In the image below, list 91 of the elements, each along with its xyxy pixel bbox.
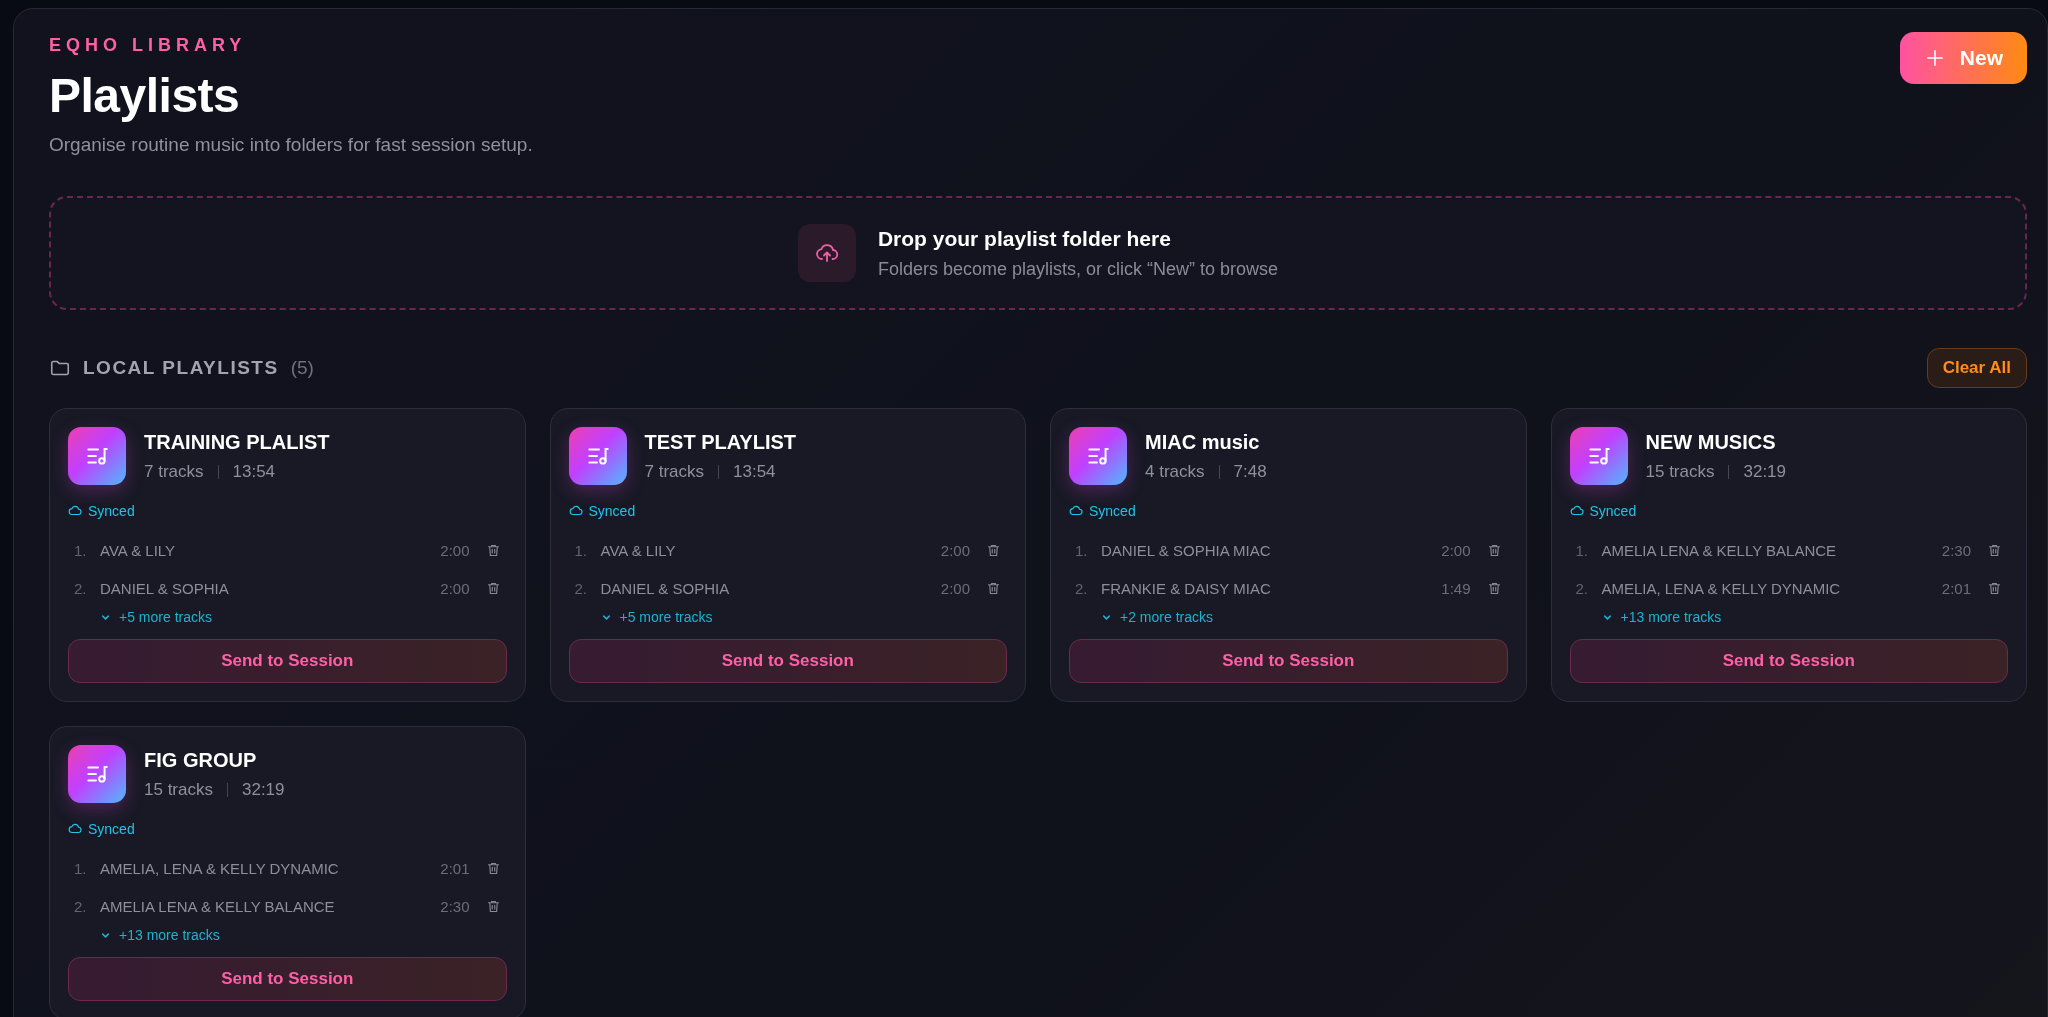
sync-status: Synced	[1089, 503, 1136, 519]
playlist-icon	[568, 427, 627, 485]
track-count: 7 tracks	[644, 462, 705, 482]
track-count: 7 tracks	[144, 462, 204, 482]
playlist-icon	[68, 745, 126, 803]
drop-zone[interactable]: Drop your playlist folder here Folders become playlists, or click “New” to browse	[49, 196, 2027, 310]
cloud-icon	[1569, 504, 1584, 518]
playlist-name: MIAC music	[1145, 431, 1261, 454]
track-duration: 2:30	[440, 897, 470, 915]
delete-icon[interactable]	[986, 580, 1001, 596]
track-duration: 2:00	[440, 541, 470, 559]
track-title: AVA & LILY	[100, 541, 177, 559]
track-title: AMELIA, LENA & KELLY DYNAMIC	[100, 859, 340, 877]
send-to-session-button[interactable]: Send to Session	[68, 957, 507, 1001]
delete-icon[interactable]	[1486, 542, 1502, 558]
more-tracks-toggle[interactable]: +5 more tracks	[68, 609, 212, 625]
track-count: 4 tracks	[1145, 462, 1205, 482]
track-number: 2.	[74, 897, 88, 915]
send-to-session-button[interactable]: Send to Session	[68, 639, 507, 683]
page-subtitle: Organise routine music into folders for fast session setup.	[49, 134, 533, 156]
playlist-name: TRAINING PLALIST	[144, 431, 330, 454]
send-to-session-button[interactable]: Send to Session	[1069, 639, 1508, 683]
track-title: AMELIA, LENA & KELLY DYNAMIC	[1601, 579, 1842, 597]
more-tracks-toggle[interactable]: +2 more tracks	[1069, 609, 1213, 625]
playlist-duration: 13:54	[733, 462, 776, 482]
playlist-duration: 32:19	[242, 780, 285, 800]
track-number: 1.	[1575, 541, 1589, 559]
track-title: AMELIA LENA & KELLY BALANCE	[100, 897, 336, 915]
delete-icon[interactable]	[485, 898, 501, 914]
track-number: 2.	[574, 579, 588, 597]
playlist-icon	[68, 427, 126, 485]
track-title: DANIEL & SOPHIA MIAC	[1101, 541, 1272, 559]
track-duration: 2:00	[440, 579, 470, 597]
cloud-icon	[568, 504, 583, 518]
delete-icon[interactable]	[1987, 580, 2002, 596]
cloud-icon	[68, 504, 82, 518]
plus-icon	[1925, 49, 1944, 67]
page-title: Playlists	[49, 72, 241, 120]
upload-icon	[797, 224, 856, 282]
sync-status: Synced	[1589, 503, 1637, 519]
track-duration: 2:30	[1941, 541, 1971, 559]
track-duration: 1:49	[1441, 579, 1471, 597]
track-number: 1.	[74, 541, 88, 559]
playlist-icon	[1569, 427, 1628, 485]
track-duration: 2:00	[1441, 541, 1471, 559]
delete-icon[interactable]	[485, 860, 501, 876]
send-to-session-button[interactable]: Send to Session	[568, 639, 1007, 683]
cloud-icon	[68, 822, 82, 836]
cloud-icon	[1069, 504, 1083, 518]
track-title: DANIEL & SOPHIA	[100, 579, 230, 597]
track-count: 15 tracks	[144, 780, 213, 800]
track-duration: 2:00	[940, 579, 970, 597]
playlist-name: FIG GROUP	[144, 749, 258, 772]
more-tracks-toggle[interactable]: +13 more tracks	[1569, 609, 1722, 625]
track-number: 1.	[74, 859, 88, 877]
delete-icon[interactable]	[485, 580, 501, 596]
playlist-duration: 32:19	[1743, 462, 1787, 482]
track-title: FRANKIE & DAISY MIAC	[1101, 579, 1272, 597]
track-duration: 2:01	[1941, 579, 1971, 597]
track-count: 15 tracks	[1645, 462, 1715, 482]
playlist-name: NEW MUSICS	[1645, 431, 1777, 454]
send-to-session-button[interactable]: Send to Session	[1569, 639, 2008, 683]
track-number: 1.	[574, 541, 588, 559]
delete-icon[interactable]	[1486, 580, 1502, 596]
clear-all-button[interactable]: Clear All	[1926, 348, 2027, 388]
playlist-duration: 13:54	[232, 462, 276, 482]
track-number: 2.	[1575, 579, 1589, 597]
playlist-duration: 7:48	[1233, 462, 1267, 482]
track-number: 2.	[1075, 579, 1089, 597]
section-title: LOCAL PLAYLISTS	[83, 357, 279, 379]
track-duration: 2:00	[940, 541, 970, 559]
playlist-count: (5)	[290, 357, 314, 379]
library-eyebrow: EQHO LIBRARY	[49, 35, 248, 56]
drop-title: Drop your playlist folder here	[877, 226, 1172, 251]
sync-status: Synced	[88, 503, 135, 519]
playlist-name: TEST PLAYLIST	[644, 431, 796, 454]
track-title: AVA & LILY	[600, 541, 677, 559]
track-number: 1.	[1075, 541, 1089, 559]
delete-icon[interactable]	[986, 542, 1001, 558]
sync-status: Synced	[588, 503, 636, 519]
track-duration: 2:01	[440, 859, 470, 877]
track-title: AMELIA LENA & KELLY BALANCE	[1601, 541, 1838, 559]
sync-status: Synced	[88, 821, 135, 837]
more-tracks-toggle[interactable]: +5 more tracks	[568, 609, 713, 625]
drop-hint: Folders become playlists, or click “New” to browse	[877, 258, 1279, 280]
delete-icon[interactable]	[1987, 542, 2002, 558]
more-tracks-toggle[interactable]: +13 more tracks	[68, 927, 220, 943]
playlist-icon	[1069, 427, 1127, 485]
delete-icon[interactable]	[485, 542, 501, 558]
track-number: 2.	[74, 579, 88, 597]
track-title: DANIEL & SOPHIA	[600, 579, 731, 597]
